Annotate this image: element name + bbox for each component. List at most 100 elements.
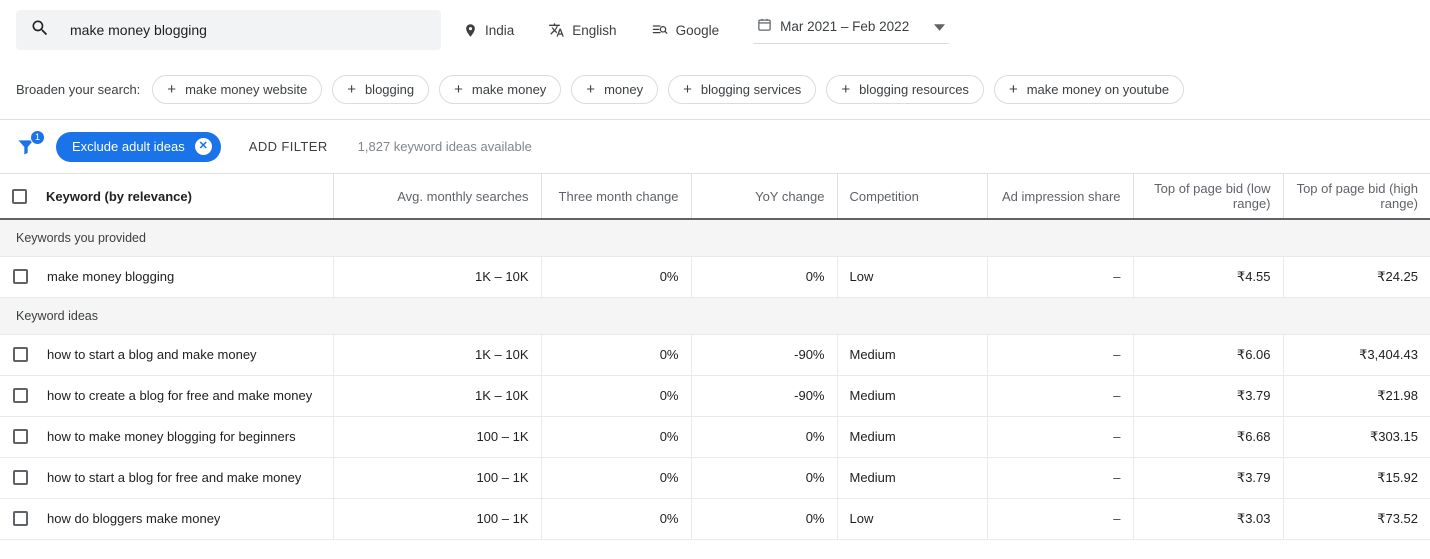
location-label: India [485,22,515,38]
plus-icon: + [454,81,463,98]
cell-three-month-change: 0% [541,416,692,458]
table-row[interactable]: how to create a blog for free and make m… [0,375,1430,417]
cell-keyword[interactable]: how to start a blog for free and make mo… [0,457,334,499]
filter-count-badge: 1 [30,129,45,145]
active-filter-chip-exclude-adult-ideas[interactable]: Exclude adult ideas ✕ [56,131,221,162]
keyword-planner-page: India English [0,0,1430,559]
close-circle-icon[interactable]: ✕ [194,138,212,155]
search-network-icon [651,22,669,38]
cell-yoy-change: 0% [691,416,838,458]
table-header-row: Keyword (by relevance) Avg. monthly sear… [0,174,1430,220]
chip-label: blogging resources [859,82,969,97]
broaden-chip-blogging-services[interactable]: + blogging services [668,75,817,104]
broaden-search-bar: Broaden your search: + make money websit… [0,60,1430,120]
column-header-three-month-change[interactable]: Three month change [541,174,692,220]
column-header-ad-impression-share[interactable]: Ad impression share [987,174,1134,220]
keyword-text: how do bloggers make money [47,511,221,526]
row-checkbox[interactable] [13,388,28,403]
filter-bar: 1 Exclude adult ideas ✕ ADD FILTER 1,827… [0,120,1430,174]
location-pin-icon [463,23,478,38]
plus-icon: + [347,81,356,98]
cell-bid-low: ₹3.79 [1133,375,1284,417]
cell-keyword[interactable]: make money blogging [0,256,334,298]
column-header-competition[interactable]: Competition [837,174,988,220]
filter-funnel-icon[interactable]: 1 [16,129,50,162]
broaden-chip-blogging-resources[interactable]: + blogging resources [826,75,984,104]
cell-bid-high: ₹3,404.43 [1283,334,1430,376]
chip-label: blogging [364,82,415,97]
date-range-picker[interactable]: Mar 2021 – Feb 2022 [753,17,950,44]
top-toolbar: India English [0,0,1430,60]
keyword-text: how to create a blog for free and make m… [47,388,313,403]
cell-competition: Low [837,256,988,298]
language-label: English [572,22,617,38]
table-header: Keyword (by relevance) Avg. monthly sear… [0,174,1430,220]
location-selector[interactable]: India [463,23,532,38]
broaden-chip-blogging[interactable]: + blogging [332,75,430,104]
row-checkbox[interactable] [13,269,28,284]
cell-three-month-change: 0% [541,334,692,376]
chip-label: money [604,82,644,97]
search-box[interactable] [16,10,441,50]
keyword-text: how to start a blog for free and make mo… [47,470,302,485]
chevron-down-icon[interactable] [934,18,946,36]
cell-ad-impression-share: – [987,416,1134,458]
cell-ad-impression-share: – [987,334,1134,376]
date-range-label: Mar 2021 – Feb 2022 [780,19,910,34]
cell-competition: Medium [837,334,988,376]
table-row[interactable]: how to start a blog and make money 1K – … [0,334,1430,376]
broaden-chip-make-money[interactable]: + make money [439,75,562,104]
cell-ad-impression-share: – [987,498,1134,540]
plus-icon: + [586,81,596,98]
search-input[interactable] [68,19,427,41]
cell-three-month-change: 0% [541,457,692,499]
broaden-chip-money[interactable]: + money [571,75,659,104]
cell-keyword[interactable]: how to create a blog for free and make m… [0,375,334,417]
column-header-yoy-change[interactable]: YoY change [691,174,838,220]
active-filter-label: Exclude adult ideas [72,139,185,154]
column-header-keyword[interactable]: Keyword (by relevance) [0,174,334,220]
row-checkbox[interactable] [13,347,28,362]
chip-label: blogging services [700,82,802,97]
search-icon [30,18,50,43]
table-row[interactable]: how to make money blogging for beginners… [0,416,1430,458]
chip-label: make money [471,82,547,97]
table-row[interactable]: how do bloggers make money 100 – 1K 0% 0… [0,498,1430,540]
column-header-top-of-page-bid-high[interactable]: Top of page bid (high range) [1283,174,1430,220]
plus-icon: + [683,81,692,98]
calendar-icon [757,17,772,37]
cell-bid-high: ₹21.98 [1283,375,1430,417]
cell-yoy-change: 0% [691,256,838,298]
keyword-text: how to make money blogging for beginners [47,429,296,444]
cell-yoy-change: 0% [691,457,838,499]
table-row[interactable]: make money blogging 1K – 10K 0% 0% Low –… [0,256,1430,298]
cell-ad-impression-share: – [987,256,1134,298]
keyword-ideas-table: Keyword (by relevance) Avg. monthly sear… [0,174,1430,540]
search-network-label: Google [675,22,720,38]
select-all-checkbox[interactable] [12,188,27,204]
section-header-keyword-ideas: Keyword ideas [0,297,1430,335]
table-body: Keywords you provided make money bloggin… [0,219,1430,540]
cell-ad-impression-share: – [987,375,1134,417]
cell-avg-monthly-searches: 1K – 10K [333,256,542,298]
keyword-text: make money blogging [47,269,175,284]
row-checkbox[interactable] [13,429,28,444]
cell-yoy-change: 0% [691,498,838,540]
table-row[interactable]: how to start a blog for free and make mo… [0,457,1430,499]
broaden-chip-make-money-website[interactable]: + make money website [152,75,323,104]
cell-keyword[interactable]: how to start a blog and make money [0,334,334,376]
keyword-text: how to start a blog and make money [47,347,257,362]
cell-competition: Low [837,498,988,540]
cell-keyword[interactable]: how do bloggers make money [0,498,334,540]
row-checkbox[interactable] [13,470,28,485]
cell-yoy-change: -90% [691,334,838,376]
language-selector[interactable]: English [548,22,634,38]
broaden-chip-make-money-on-youtube[interactable]: + make money on youtube [993,75,1185,104]
cell-keyword[interactable]: how to make money blogging for beginners [0,416,334,458]
column-header-avg-monthly-searches[interactable]: Avg. monthly searches [333,174,542,220]
section-title: Keyword ideas [0,297,1430,335]
add-filter-button[interactable]: ADD FILTER [249,139,328,154]
search-network-selector[interactable]: Google [651,22,738,38]
column-header-top-of-page-bid-low[interactable]: Top of page bid (low range) [1133,174,1284,220]
row-checkbox[interactable] [13,511,28,526]
